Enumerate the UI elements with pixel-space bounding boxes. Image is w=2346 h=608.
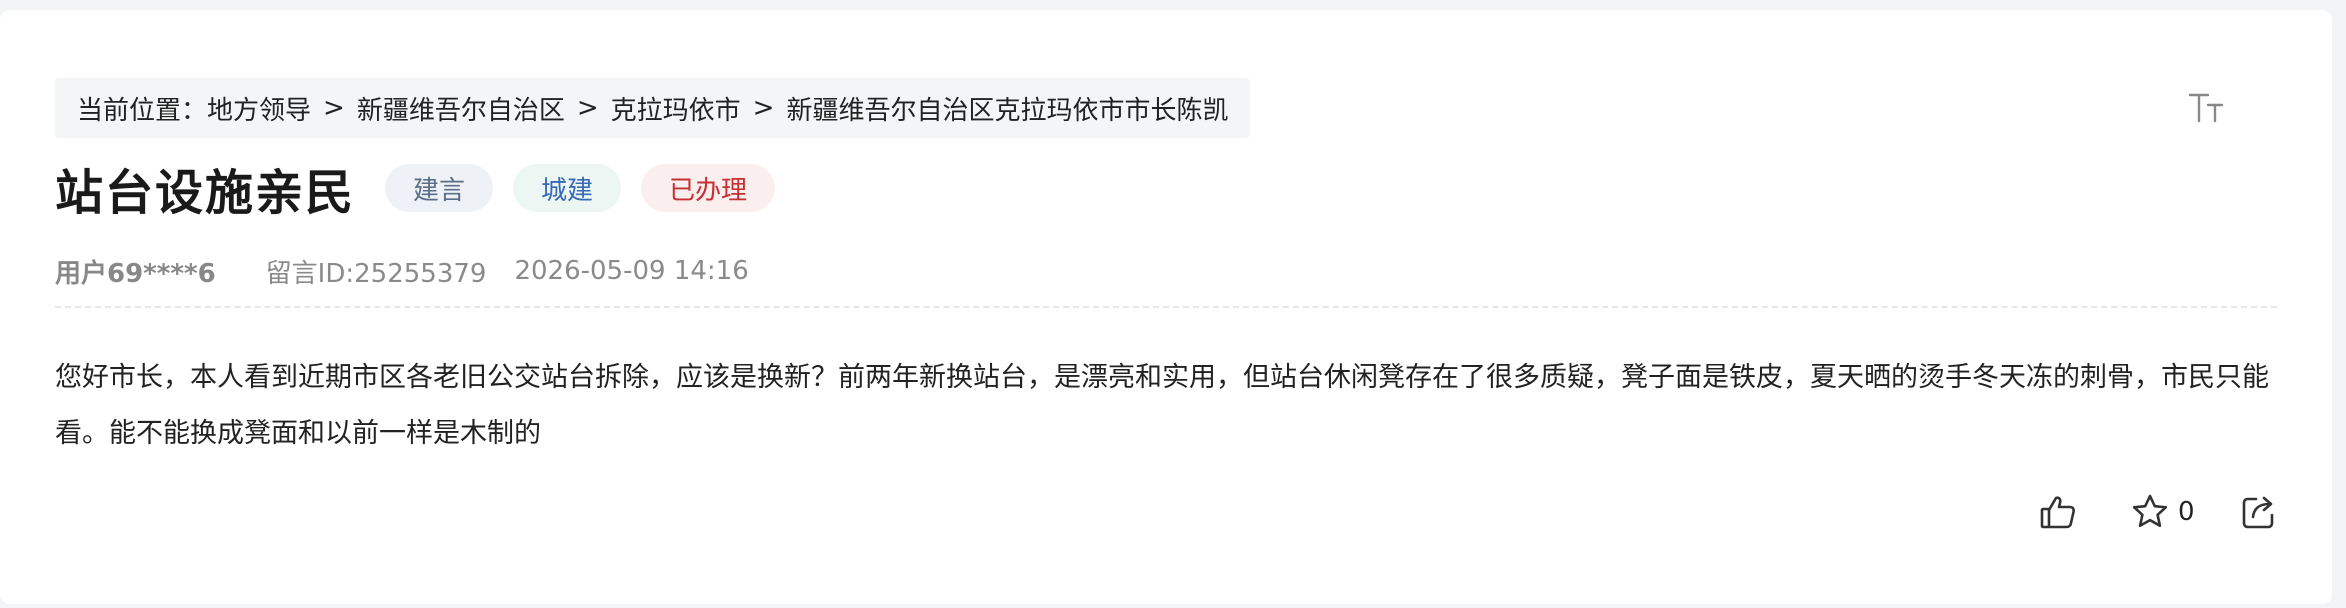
text-size-icon[interactable] xyxy=(2186,88,2228,130)
tag-domain: 城建 xyxy=(513,164,622,212)
breadcrumb-item-local-leaders[interactable]: 地方领导 xyxy=(207,90,311,127)
message-body: 您好市长，本人看到近期市区各老旧公交站台拆除，应该是换新？前两年新换站台，是漂亮… xyxy=(55,362,2269,449)
status-badge: 已办理 xyxy=(641,164,776,212)
page-title: 站台设施亲民 xyxy=(55,165,356,221)
divider xyxy=(55,306,2277,308)
breadcrumb: 当前位置： 地方领导 > 新疆维吾尔自治区 > 克拉玛依市 > 新疆维吾尔自治区… xyxy=(55,78,1251,138)
message-id: 留言ID:25255379 xyxy=(265,258,487,289)
author-name: 用户69****6 xyxy=(55,258,216,289)
message-card: 当前位置： 地方领导 > 新疆维吾尔自治区 > 克拉玛依市 > 新疆维吾尔自治区… xyxy=(0,10,2332,604)
favorite-button[interactable]: 0 xyxy=(2130,492,2195,532)
thumbs-up-icon xyxy=(2038,492,2078,532)
breadcrumb-prefix: 当前位置： xyxy=(77,95,208,126)
favorite-count: 0 xyxy=(2178,497,2195,527)
breadcrumb-item-mayor[interactable]: 新疆维吾尔自治区克拉玛依市市长陈凯 xyxy=(786,90,1228,127)
breadcrumb-item-city[interactable]: 克拉玛依市 xyxy=(611,90,741,127)
like-button[interactable] xyxy=(2038,492,2078,532)
breadcrumb-separator: > xyxy=(576,93,599,123)
title-row: 站台设施亲民 建言 城建 已办理 xyxy=(55,152,795,224)
breadcrumb-item-region[interactable]: 新疆维吾尔自治区 xyxy=(357,90,565,127)
post-meta: 用户69****6 留言ID:25255379 2026-05-09 14:16 xyxy=(55,253,749,289)
post-datetime: 2026-05-09 14:16 xyxy=(514,256,749,286)
breadcrumb-separator: > xyxy=(752,93,775,123)
share-button[interactable] xyxy=(2239,492,2279,532)
action-bar: 0 xyxy=(2038,488,2279,536)
star-icon xyxy=(2130,492,2170,532)
share-icon xyxy=(2239,492,2279,532)
breadcrumb-separator: > xyxy=(323,93,345,123)
tag-type: 建言 xyxy=(385,164,494,212)
